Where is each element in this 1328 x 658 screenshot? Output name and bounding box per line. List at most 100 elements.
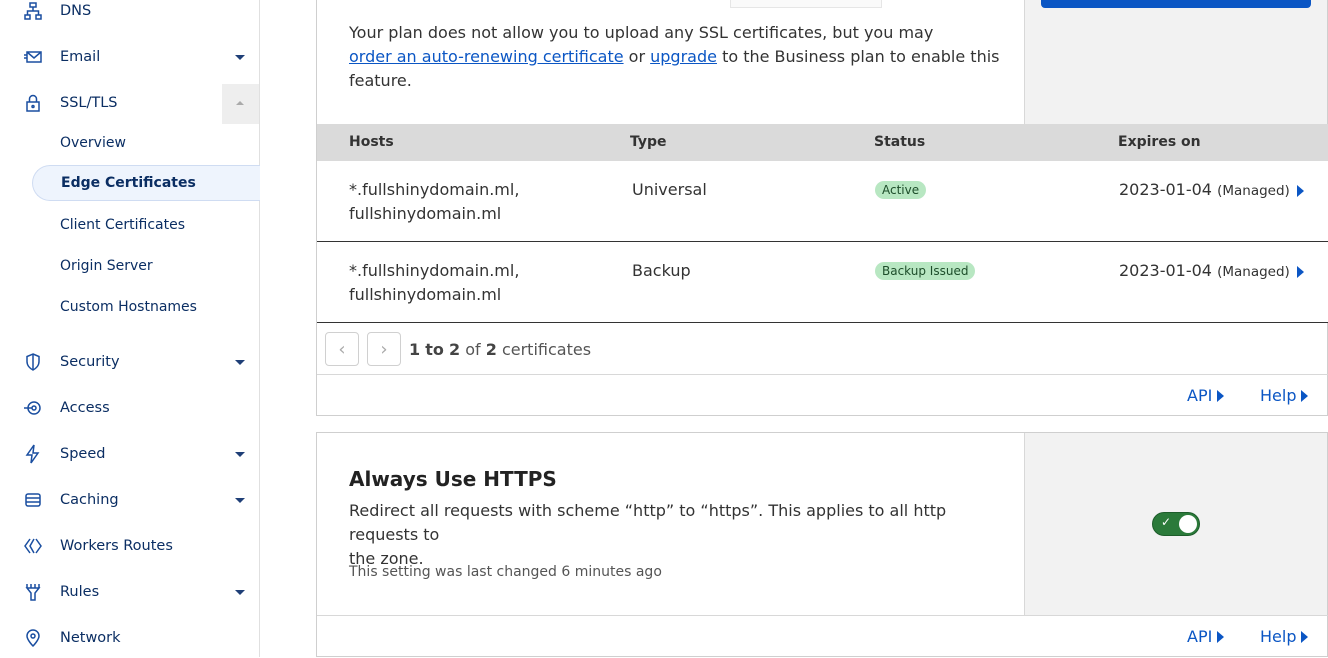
tooltip-fragment xyxy=(730,0,882,8)
caret-right-icon xyxy=(1301,389,1309,402)
sidebar-item-label: DNS xyxy=(60,3,92,19)
sidebar-item-speed[interactable]: Speed xyxy=(0,434,259,474)
check-icon: ✓ xyxy=(1161,515,1172,529)
caret-right-icon xyxy=(1217,389,1225,402)
always-use-https-toggle[interactable]: ✓ xyxy=(1152,512,1200,536)
help-link[interactable]: Help xyxy=(1260,627,1309,646)
access-icon xyxy=(22,397,44,419)
type-cell: Backup xyxy=(632,261,691,280)
sidebar-item-label: Client Certificates xyxy=(60,217,185,233)
section-title: Always Use HTTPS xyxy=(349,467,557,491)
expires-date: 2023-01-04 xyxy=(1119,180,1212,199)
api-label: API xyxy=(1187,627,1213,646)
sidebar-item-ssl-tls[interactable]: SSL/TLS xyxy=(0,83,259,123)
sidebar-item-access[interactable]: Access xyxy=(0,388,259,428)
notice-text: or xyxy=(628,47,646,66)
sidebar-subitem-origin-server[interactable]: Origin Server xyxy=(32,248,260,284)
chevron-down-icon[interactable] xyxy=(235,359,245,365)
next-page-button[interactable]: › xyxy=(367,332,401,366)
chevron-right-icon: › xyxy=(380,338,388,360)
sidebar-item-label: Network xyxy=(60,630,121,646)
page-to: 2 xyxy=(448,340,461,359)
shield-icon xyxy=(22,351,44,373)
notice-text: feature. xyxy=(349,71,412,90)
sidebar-item-label: Rules xyxy=(60,584,100,600)
previous-page-button[interactable]: ‹ xyxy=(325,332,359,366)
host-line: fullshinydomain.ml xyxy=(349,204,502,223)
expires-cell: 2023-01-04 (Managed) xyxy=(1119,178,1290,203)
host-cell: *.fullshinydomain.ml, fullshinydomain.ml xyxy=(349,259,519,307)
api-label: API xyxy=(1187,386,1213,405)
page-of-word: of xyxy=(465,340,481,359)
rules-icon xyxy=(22,581,44,603)
host-line: *.fullshinydomain.ml, xyxy=(349,261,520,280)
sidebar-item-label: Overview xyxy=(60,135,126,151)
sidebar-item-label: Security xyxy=(60,354,120,370)
sidebar-subitem-overview[interactable]: Overview xyxy=(32,125,260,161)
column-header-expires[interactable]: Expires on xyxy=(1118,134,1201,150)
divider xyxy=(317,374,1328,375)
sidebar-item-security[interactable]: Security xyxy=(0,342,259,382)
divider xyxy=(317,615,1328,616)
sidebar-item-label: Origin Server xyxy=(60,258,153,274)
api-link[interactable]: API xyxy=(1187,627,1225,646)
sidebar-item-workers-routes[interactable]: Workers Routes xyxy=(0,526,259,566)
expires-cell: 2023-01-04 (Managed) xyxy=(1119,259,1290,284)
upgrade-link[interactable]: upgrade xyxy=(650,47,717,66)
https-description: Redirect all requests with scheme “http”… xyxy=(349,499,1009,571)
description-text: Redirect all requests with scheme “http”… xyxy=(349,501,947,544)
order-certificate-link[interactable]: order an auto-renewing certificate xyxy=(349,47,624,66)
column-header-hosts[interactable]: Hosts xyxy=(349,134,394,150)
sidebar-subitem-edge-certificates[interactable]: Edge Certificates xyxy=(32,165,260,201)
column-header-type[interactable]: Type xyxy=(630,134,667,150)
lightning-icon xyxy=(22,443,44,465)
page-from: 1 xyxy=(409,340,421,359)
sidebar-item-label: Custom Hostnames xyxy=(60,299,197,315)
sidebar-item-dns[interactable]: DNS xyxy=(0,0,259,31)
plan-notice: Your plan does not allow you to upload a… xyxy=(349,21,1009,93)
expires-date: 2023-01-04 xyxy=(1119,261,1212,280)
chevron-left-icon: ‹ xyxy=(338,338,346,360)
sidebar-subitem-custom-hostnames[interactable]: Custom Hostnames xyxy=(32,289,260,325)
last-changed-text: This setting was last changed 6 minutes … xyxy=(349,564,662,580)
page-total: 2 xyxy=(485,340,497,359)
notice-text: to the Business plan to enable this xyxy=(722,47,1000,66)
location-pin-icon xyxy=(22,627,44,649)
lock-icon xyxy=(22,92,44,114)
expand-row-icon[interactable] xyxy=(1297,185,1304,197)
managed-label: (Managed) xyxy=(1217,264,1290,280)
sidebar-item-label: Speed xyxy=(60,446,106,462)
sidebar-item-label: Email xyxy=(60,49,101,65)
sidebar-subitem-client-certificates[interactable]: Client Certificates xyxy=(32,207,260,243)
chevron-down-icon[interactable] xyxy=(235,497,245,503)
sidebar-item-label: Edge Certificates xyxy=(61,175,196,191)
host-cell: *.fullshinydomain.ml, fullshinydomain.ml xyxy=(349,178,519,226)
toggle-knob xyxy=(1179,515,1197,533)
help-link[interactable]: Help xyxy=(1260,386,1309,405)
column-header-status[interactable]: Status xyxy=(874,134,925,150)
host-line: fullshinydomain.ml xyxy=(349,285,502,304)
expand-row-icon[interactable] xyxy=(1297,266,1304,278)
page-suffix: certificates xyxy=(501,340,592,359)
sidebar-item-email[interactable]: Email xyxy=(0,37,259,77)
host-line: *.fullshinydomain.ml, xyxy=(349,180,520,199)
chevron-down-icon[interactable] xyxy=(235,451,245,457)
caret-right-icon xyxy=(1217,630,1225,643)
sidebar: DNS Email SSL/TLS Overview Edge Certific… xyxy=(0,0,260,657)
api-link[interactable]: API xyxy=(1187,386,1225,405)
chevron-up-icon xyxy=(236,101,244,105)
chevron-down-icon[interactable] xyxy=(235,589,245,595)
sidebar-item-label: Access xyxy=(60,400,110,416)
chevron-down-icon[interactable] xyxy=(235,54,245,60)
managed-label: (Managed) xyxy=(1217,183,1290,199)
sidebar-item-network[interactable]: Network xyxy=(0,618,259,658)
sidebar-item-rules[interactable]: Rules xyxy=(0,572,259,612)
type-cell: Universal xyxy=(632,180,707,199)
page-to-word: to xyxy=(425,340,444,359)
caret-right-icon xyxy=(1301,630,1309,643)
sidebar-item-caching[interactable]: Caching xyxy=(0,480,259,520)
order-certificate-button[interactable] xyxy=(1041,0,1311,8)
card-side-panel xyxy=(1024,0,1327,124)
help-label: Help xyxy=(1260,386,1297,405)
help-label: Help xyxy=(1260,627,1297,646)
